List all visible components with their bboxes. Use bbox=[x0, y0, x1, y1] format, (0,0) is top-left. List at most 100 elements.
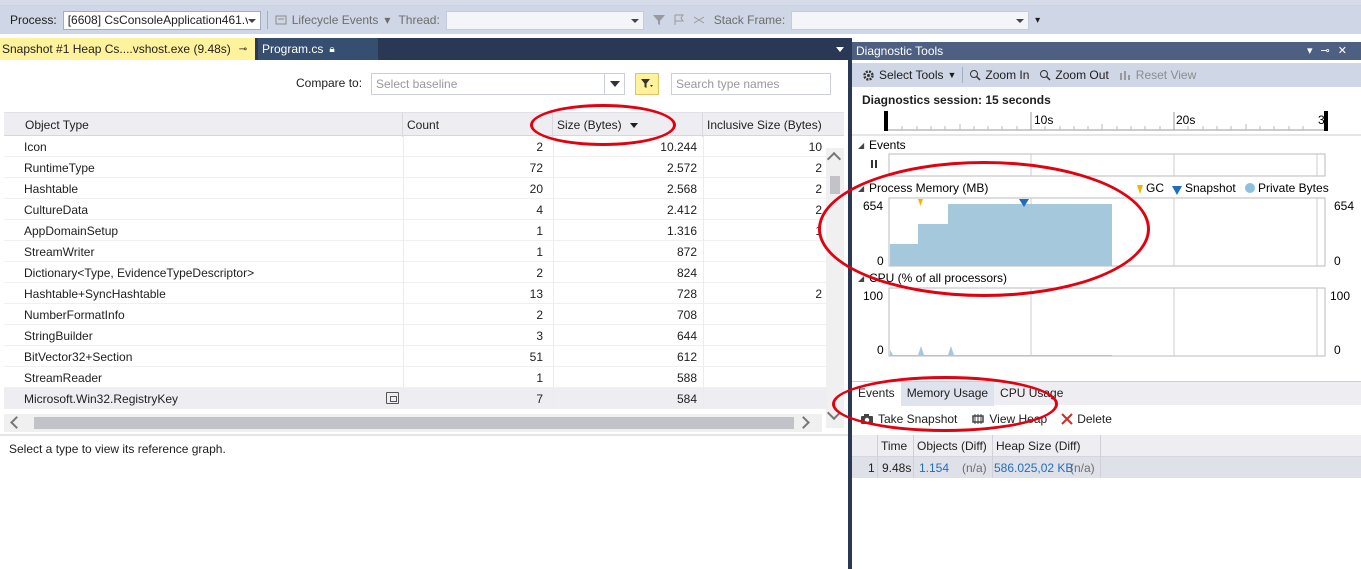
object-type-cell: Hashtable bbox=[24, 182, 79, 196]
select-tools-button[interactable]: Select Tools ▼ bbox=[862, 68, 956, 82]
stack-frame-label: Stack Frame: bbox=[713, 13, 786, 27]
size-cell: 612 bbox=[553, 346, 701, 367]
col-header-size[interactable]: Size (Bytes) bbox=[553, 113, 703, 137]
col-header-object-type[interactable]: Object Type bbox=[4, 113, 403, 137]
grid-horizontal-scrollbar[interactable] bbox=[4, 414, 822, 432]
table-row[interactable]: BitVector32+Section 51 612 bbox=[4, 346, 826, 367]
lifecycle-dropdown-icon[interactable]: ▾ bbox=[384, 13, 390, 27]
thread-combo[interactable] bbox=[445, 10, 644, 30]
events-track[interactable] bbox=[888, 153, 1326, 177]
count-cell: 2 bbox=[403, 136, 547, 157]
reset-view-label: Reset View bbox=[1135, 68, 1197, 82]
size-cell: 1.316 bbox=[553, 220, 701, 241]
range-start-handle[interactable] bbox=[884, 111, 888, 131]
filter-button[interactable] bbox=[635, 73, 659, 95]
size-cell: 708 bbox=[553, 304, 701, 325]
view-heap-button[interactable]: View Heap bbox=[971, 412, 1047, 426]
show-threads-icon[interactable] bbox=[692, 13, 706, 27]
inclusive-size-cell: 2 bbox=[703, 157, 826, 178]
col-header-count[interactable]: Count bbox=[403, 113, 553, 137]
inclusive-size-cell bbox=[703, 388, 826, 409]
filter-icon[interactable] bbox=[652, 13, 666, 27]
collapse-memory-icon[interactable]: ◢ bbox=[858, 184, 865, 193]
tab-events[interactable]: Events bbox=[852, 382, 901, 406]
zoom-out-button[interactable]: Zoom Out bbox=[1039, 68, 1109, 82]
pause-icon[interactable] bbox=[871, 160, 877, 168]
view-instances-icon[interactable] bbox=[386, 392, 399, 404]
legend-gc: GC bbox=[1146, 181, 1164, 195]
table-row[interactable]: Dictionary<Type, EvidenceTypeDescriptor>… bbox=[4, 262, 826, 283]
table-row[interactable]: Hashtable 20 2.568 2 bbox=[4, 178, 826, 199]
col-header-inclusive-size[interactable]: Inclusive Size (Bytes) bbox=[703, 113, 844, 137]
debug-location-toolbar: Process: [6608] CsConsoleApplication461.… bbox=[0, 6, 1361, 34]
window-controls[interactable]: ▾⊸✕ bbox=[1307, 44, 1355, 57]
pin-icon[interactable]: ⊸ bbox=[239, 44, 247, 55]
diagnostic-timeline[interactable]: 10s 20s 3 ◢ Events ◢ Process Memory (MB)… bbox=[852, 108, 1361, 378]
tab-program-cs[interactable]: Program.cs 🔒︎ bbox=[258, 38, 378, 60]
table-row[interactable]: Microsoft.Win32.RegistryKey 7 584 bbox=[4, 388, 826, 409]
table-row[interactable]: Icon 2 10.244 10 bbox=[4, 136, 826, 157]
scroll-right-icon[interactable] bbox=[797, 416, 810, 429]
table-row[interactable]: AppDomainSetup 1 1.316 1 bbox=[4, 220, 826, 241]
private-bytes-legend-icon bbox=[1245, 183, 1255, 193]
count-cell: 72 bbox=[403, 157, 547, 178]
table-row[interactable]: NumberFormatInfo 2 708 bbox=[4, 304, 826, 325]
tab-list-dropdown-icon[interactable] bbox=[836, 47, 844, 52]
tab-heap-snapshot[interactable]: Snapshot #1 Heap Cs....vshost.exe (9.48s… bbox=[0, 38, 255, 60]
scroll-thumb[interactable] bbox=[830, 176, 840, 194]
scroll-up-icon[interactable] bbox=[826, 151, 842, 167]
inclusive-size-cell: 1 bbox=[703, 220, 826, 241]
baseline-placeholder: Select baseline bbox=[376, 77, 458, 91]
view-heap-label: View Heap bbox=[989, 412, 1048, 426]
take-snapshot-button[interactable]: Take Snapshot bbox=[860, 412, 957, 426]
diagnostic-toolbar: Select Tools ▼ Zoom In Zoom Out Reset Vi… bbox=[852, 63, 1361, 87]
lifecycle-events-button[interactable]: Lifecycle Events bbox=[292, 13, 379, 27]
memory-axis-max-right: 654 bbox=[1334, 199, 1354, 213]
snapshot-heap-link[interactable]: 586.025,02 KB bbox=[994, 461, 1073, 475]
details-tab-strip: Events Memory Usage CPU Usage bbox=[852, 381, 1361, 406]
snap-col-heap-size[interactable]: Heap Size (Diff) bbox=[996, 439, 1080, 453]
delete-button[interactable]: Delete bbox=[1061, 412, 1112, 426]
table-row[interactable]: StreamWriter 1 872 bbox=[4, 241, 826, 262]
snapshot-objects-link[interactable]: 1.154 bbox=[919, 461, 949, 475]
reset-view-button[interactable]: Reset View bbox=[1119, 68, 1196, 82]
take-snapshot-label: Take Snapshot bbox=[878, 412, 958, 426]
snapshot-legend-icon bbox=[1172, 186, 1182, 195]
ruler-label-20s: 20s bbox=[1176, 113, 1195, 127]
tab-cpu-usage[interactable]: CPU Usage bbox=[994, 382, 1069, 406]
table-row[interactable]: RuntimeType 72 2.572 2 bbox=[4, 157, 826, 178]
snapshot-row[interactable]: 1 9.48s 1.154 (n/a) 586.025,02 KB (n/a) bbox=[852, 457, 1361, 478]
collapse-events-icon[interactable]: ◢ bbox=[858, 141, 865, 150]
scroll-left-icon[interactable] bbox=[10, 416, 23, 429]
search-type-input[interactable]: Search type names bbox=[671, 73, 831, 95]
collapse-cpu-icon[interactable]: ◢ bbox=[858, 274, 865, 283]
chevron-down-icon[interactable] bbox=[604, 74, 624, 94]
snapshot-index: 1 bbox=[868, 461, 875, 475]
snapshot-table-header: Time Objects (Diff) Heap Size (Diff) bbox=[852, 435, 1361, 457]
snap-col-time[interactable]: Time bbox=[881, 439, 907, 453]
cpu-chart-frame[interactable] bbox=[888, 287, 1326, 357]
baseline-select[interactable]: Select baseline bbox=[371, 73, 625, 95]
table-row[interactable]: Hashtable+SyncHashtable 13 728 2 bbox=[4, 283, 826, 304]
table-row[interactable]: CultureData 4 2.412 2 bbox=[4, 199, 826, 220]
cpu-axis-min-right: 0 bbox=[1334, 343, 1341, 357]
grid-vertical-scrollbar[interactable] bbox=[826, 148, 844, 428]
size-cell: 588 bbox=[553, 367, 701, 388]
chevron-down-icon bbox=[630, 18, 639, 23]
flag-thread-icon[interactable] bbox=[672, 13, 686, 27]
events-section-title: Events bbox=[869, 138, 906, 152]
tab-memory-usage[interactable]: Memory Usage bbox=[900, 382, 995, 406]
zoom-in-button[interactable]: Zoom In bbox=[969, 68, 1029, 82]
panel-splitter[interactable] bbox=[0, 434, 848, 436]
scroll-thumb[interactable] bbox=[34, 417, 794, 429]
table-row[interactable]: StringBuilder 3 644 bbox=[4, 325, 826, 346]
size-cell: 10.244 bbox=[553, 136, 701, 157]
snap-col-objects[interactable]: Objects (Diff) bbox=[917, 439, 987, 453]
toolbar-overflow-icon[interactable]: ▾ bbox=[1035, 15, 1040, 26]
scroll-down-icon[interactable] bbox=[826, 405, 842, 421]
stack-frame-combo[interactable] bbox=[791, 10, 1030, 30]
object-type-cell: CultureData bbox=[24, 203, 89, 217]
process-combo[interactable]: [6608] CsConsoleApplication461.v bbox=[62, 10, 261, 30]
reference-graph-hint: Select a type to view its reference grap… bbox=[9, 442, 226, 456]
table-row[interactable]: StreamReader 1 588 bbox=[4, 367, 826, 388]
